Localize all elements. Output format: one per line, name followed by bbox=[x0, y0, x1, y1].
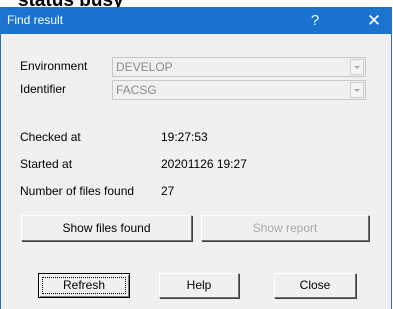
identifier-select[interactable]: FACSG bbox=[112, 80, 366, 100]
dialog-title: Find result bbox=[7, 13, 64, 27]
chevron-down-icon[interactable] bbox=[350, 59, 364, 75]
close-button[interactable]: Close bbox=[274, 273, 356, 298]
refresh-button[interactable]: Refresh bbox=[38, 273, 130, 298]
show-files-found-button[interactable]: Show files found bbox=[21, 215, 192, 241]
checked-at-label: Checked at bbox=[20, 130, 81, 144]
environment-select[interactable]: DEVELOP bbox=[112, 57, 366, 77]
files-found-value: 27 bbox=[161, 184, 175, 198]
help-button[interactable]: Help bbox=[159, 273, 239, 298]
checked-at-value: 19:27:53 bbox=[161, 130, 208, 144]
identifier-label: Identifier bbox=[20, 82, 67, 96]
environment-value: DEVELOP bbox=[116, 60, 173, 74]
started-at-value: 20201126 19:27 bbox=[161, 157, 247, 171]
started-at-label: Started at bbox=[20, 157, 73, 171]
close-label: Close bbox=[299, 278, 331, 292]
find-result-dialog: Find result ? ✕ Environment DEVELOP Iden… bbox=[0, 7, 392, 309]
files-found-label: Number of files found bbox=[20, 184, 135, 198]
identifier-value: FACSG bbox=[116, 83, 157, 97]
refresh-label: Refresh bbox=[62, 278, 106, 292]
show-report-label: Show report bbox=[252, 221, 318, 235]
close-title-button[interactable]: ✕ bbox=[357, 8, 391, 34]
show-files-found-label: Show files found bbox=[62, 221, 151, 235]
environment-label: Environment bbox=[20, 59, 88, 73]
show-report-button[interactable]: Show report bbox=[201, 215, 369, 241]
title-bar[interactable]: Find result ? ✕ bbox=[1, 8, 391, 34]
help-title-button[interactable]: ? bbox=[301, 8, 329, 34]
chevron-down-icon[interactable] bbox=[350, 82, 364, 98]
help-label: Help bbox=[186, 278, 212, 292]
